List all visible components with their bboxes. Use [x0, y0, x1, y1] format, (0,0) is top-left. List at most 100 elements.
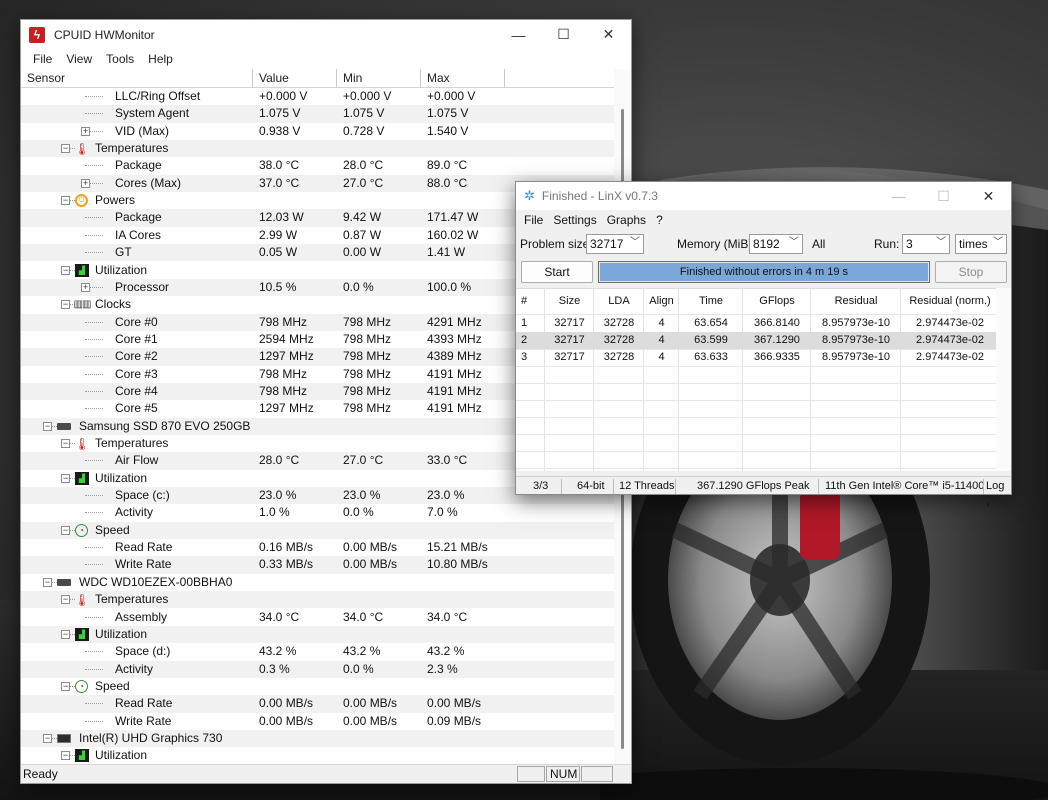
column-max[interactable]: Max	[421, 69, 505, 88]
stop-button[interactable]: Stop	[935, 261, 1007, 283]
expand-icon[interactable]: +	[81, 178, 90, 188]
tree-sensor-row[interactable]: Activity 1.0 % 0.0 % 7.0 %	[21, 504, 614, 521]
collapse-icon[interactable]: −	[43, 733, 52, 743]
maximize-button[interactable]: ☐	[541, 20, 586, 49]
collapse-icon[interactable]: −	[61, 473, 70, 483]
column-min[interactable]: Min	[337, 69, 421, 88]
grid-header-cell[interactable]: GFlops	[747, 293, 807, 310]
results-cell: 3	[521, 351, 528, 363]
results-scrollbar[interactable]	[996, 288, 1011, 471]
tree-sensor-row[interactable]: LLC/Ring Offset +0.000 V +0.000 V +0.000 V	[21, 88, 614, 105]
sensor-value: 28.0 °C	[259, 453, 300, 468]
sensor-min: +0.000 V	[343, 89, 392, 103]
utilization-icon: ▟	[75, 471, 89, 485]
tree-connector	[85, 547, 103, 549]
tree-sensor-row[interactable]: + VID (Max) 0.938 V 0.728 V 1.540 V	[21, 123, 614, 140]
expand-icon[interactable]: +	[81, 126, 90, 136]
results-row[interactable]: 1 32717 32728 4 63.654 366.8140 8.957973e-10 2.…	[516, 315, 998, 332]
tree-sensor-row[interactable]: Space (d:) 43.2 % 43.2 % 43.2 %	[21, 643, 614, 660]
grid-header-cell[interactable]: Residual	[815, 293, 897, 310]
grid-header-cell[interactable]: Residual (norm.)	[905, 293, 995, 310]
linx-titlebar[interactable]: ✲ Finished - LinX v0.7.3 — ☐ ✕	[516, 182, 1011, 210]
tree-sensor-row[interactable]: Read Rate 0.16 MB/s 0.00 MB/s 15.21 MB/s	[21, 539, 614, 556]
linx-menu-help[interactable]: ?	[651, 213, 668, 227]
tree-sensor-row[interactable]: Assembly 34.0 °C 34.0 °C 34.0 °C	[21, 609, 614, 626]
collapse-icon[interactable]: −	[61, 196, 70, 206]
tree-connector	[85, 668, 103, 670]
tree-label: VID (Max)	[115, 123, 169, 138]
tree-device-row[interactable]: − WDC WD10EZEX-00BBHA0	[21, 574, 614, 591]
collapse-icon[interactable]: −	[61, 751, 70, 761]
menu-help[interactable]: Help	[141, 52, 180, 66]
close-button[interactable]: ✕	[586, 20, 631, 49]
tree-label: Package	[115, 210, 162, 225]
run-count-combo[interactable]: 3 ﹀	[902, 234, 950, 254]
collapse-icon[interactable]: −	[61, 439, 70, 448]
tree-group-row[interactable]: − ◔ Speed	[21, 678, 614, 695]
problem-size-combo[interactable]: 32717 ﹀	[586, 234, 644, 254]
collapse-icon[interactable]: −	[61, 681, 70, 691]
linx-close-button[interactable]: ✕	[966, 182, 1011, 211]
tree-label: IA Cores	[115, 227, 162, 242]
expand-icon[interactable]: +	[81, 282, 90, 292]
minimize-button[interactable]: —	[496, 20, 541, 49]
menu-tools[interactable]: Tools	[99, 52, 141, 66]
linx-menu-file[interactable]: File	[519, 213, 548, 227]
sensor-max: 0.09 MB/s	[427, 713, 482, 728]
tree-group-row[interactable]: − ▟ Utilization	[21, 625, 614, 644]
tree-device-row[interactable]: − Intel(R) UHD Graphics 730	[21, 729, 614, 748]
grid-header-cell[interactable]: #	[521, 293, 541, 310]
tree-connector	[85, 512, 103, 514]
memory-combo[interactable]: 8192 ﹀	[749, 234, 803, 254]
tree-group-row[interactable]: − 🌡 Temperatures	[21, 591, 614, 609]
tree-sensor-row[interactable]: Package 38.0 °C 28.0 °C 89.0 °C	[21, 157, 614, 174]
tree-group-row[interactable]: − ◔ Speed	[21, 521, 614, 540]
status-log-button[interactable]: Log ›	[986, 477, 1011, 515]
run-unit-combo[interactable]: times ﹀	[955, 234, 1007, 254]
linx-menu-settings[interactable]: Settings	[548, 213, 601, 227]
linx-menu-graphs[interactable]: Graphs	[602, 213, 651, 227]
tree-sensor-row[interactable]: Write Rate 0.33 MB/s 0.00 MB/s 10.80 MB/s	[21, 556, 614, 574]
collapse-icon[interactable]: −	[61, 300, 70, 310]
grid-header-cell[interactable]: Time	[683, 293, 739, 310]
sensor-max: 1.41 W	[427, 245, 466, 260]
hwmonitor-titlebar[interactable]: ϟ CPUID HWMonitor — ☐ ✕	[21, 20, 631, 49]
menu-file[interactable]: File	[26, 52, 59, 66]
menu-view[interactable]: View	[59, 52, 99, 66]
status-cpu: 11th Gen Intel® Core™ i5-11400	[825, 480, 985, 492]
collapse-icon[interactable]: −	[43, 421, 52, 431]
tree-sensor-row[interactable]: Read Rate 0.00 MB/s 0.00 MB/s 0.00 MB/s	[21, 695, 614, 713]
sensor-value: +0.000 V	[259, 89, 308, 103]
grid-header-cell[interactable]: Size	[549, 293, 590, 310]
tree-sensor-row[interactable]: System Agent 1.075 V 1.075 V 1.075 V	[21, 105, 614, 123]
utilization-icon: ▟	[75, 749, 89, 763]
collapse-icon[interactable]: −	[61, 629, 70, 639]
tree-group-row[interactable]: − ▟ Utilization	[21, 747, 614, 764]
tree-group-row[interactable]: − 🌡 Temperatures	[21, 140, 614, 158]
collapse-icon[interactable]: −	[61, 525, 70, 535]
column-sensor[interactable]: Sensor	[21, 69, 253, 88]
collapse-icon[interactable]: −	[61, 144, 70, 154]
results-row[interactable]: 2 32717 32728 4 63.599 367.1290 8.957973e-10 2.…	[516, 332, 998, 349]
chevron-down-icon: ﹀	[993, 237, 1003, 248]
tree-connector	[85, 165, 103, 167]
collapse-icon[interactable]: −	[43, 577, 52, 587]
memory-all-label[interactable]: All	[812, 237, 825, 251]
tree-connector	[85, 564, 103, 566]
tree-label: Cores (Max)	[115, 175, 182, 190]
tree-sensor-row[interactable]: Activity 0.3 % 0.0 % 2.3 %	[21, 660, 614, 678]
grid-header-cell[interactable]: Align	[648, 293, 675, 310]
linx-maximize-button[interactable]: ☐	[921, 182, 966, 211]
results-row[interactable]: 3 32717 32728 4 63.633 366.9335 8.957973e-10 2.…	[516, 349, 998, 366]
results-table[interactable]: # Size LDA Align Time GFlops Residual Residual …	[516, 288, 998, 471]
grid-header-cell[interactable]: LDA	[598, 293, 640, 310]
status-num: NUM	[546, 766, 580, 782]
window-title: CPUID HWMonitor	[54, 27, 155, 42]
tree-sensor-row[interactable]: Write Rate 0.00 MB/s 0.00 MB/s 0.09 MB/s	[21, 713, 614, 730]
collapse-icon[interactable]: −	[61, 265, 70, 275]
tree-connector	[85, 616, 103, 618]
collapse-icon[interactable]: −	[61, 595, 70, 605]
linx-minimize-button[interactable]: —	[876, 182, 921, 211]
column-value[interactable]: Value	[253, 69, 337, 88]
start-button[interactable]: Start	[521, 261, 593, 283]
